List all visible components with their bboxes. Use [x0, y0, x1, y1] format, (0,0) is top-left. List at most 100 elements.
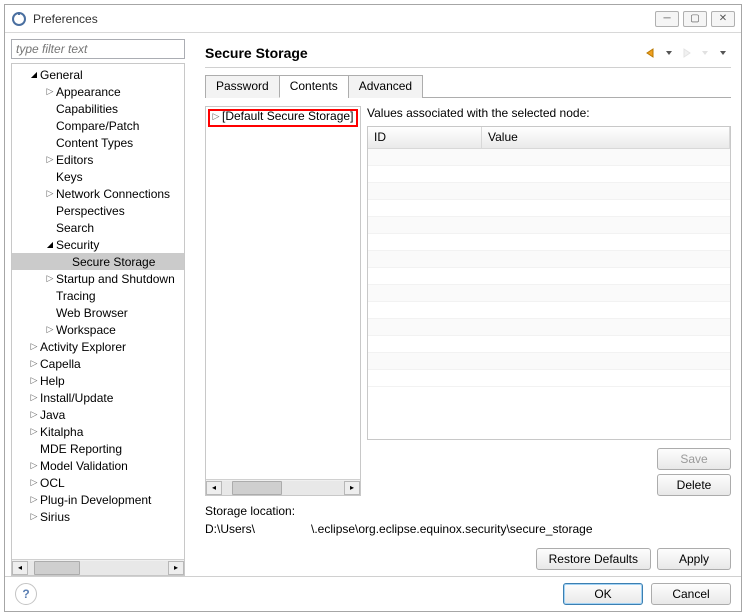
- tree-item-compare-patch[interactable]: Compare/Patch: [12, 117, 184, 134]
- filter-input[interactable]: [11, 39, 185, 59]
- tree-item-label: General: [40, 68, 83, 82]
- table-row[interactable]: [368, 285, 730, 302]
- table-row[interactable]: [368, 319, 730, 336]
- tree-item-activity-explorer[interactable]: Activity Explorer: [12, 338, 184, 355]
- storage-tree-item[interactable]: [Default Secure Storage]: [206, 107, 360, 125]
- table-row[interactable]: [368, 217, 730, 234]
- tree-item-sirius[interactable]: Sirius: [12, 508, 184, 525]
- table-row[interactable]: [368, 183, 730, 200]
- tree-item-capella[interactable]: Capella: [12, 355, 184, 372]
- tree-item-general[interactable]: General: [12, 66, 184, 83]
- expand-icon[interactable]: [28, 358, 40, 369]
- close-button[interactable]: ✕: [711, 11, 735, 27]
- tree-item-capabilities[interactable]: Capabilities: [12, 100, 184, 117]
- tree-item-ocl[interactable]: OCL: [12, 474, 184, 491]
- tree-item-search[interactable]: Search: [12, 219, 184, 236]
- column-value[interactable]: Value: [482, 127, 730, 148]
- expand-icon[interactable]: [28, 392, 40, 403]
- nav-back-menu-icon[interactable]: [661, 45, 677, 61]
- restore-defaults-button[interactable]: Restore Defaults: [536, 548, 651, 570]
- table-row[interactable]: [368, 336, 730, 353]
- collapse-icon[interactable]: [44, 240, 56, 249]
- tree-item-kitalpha[interactable]: Kitalpha: [12, 423, 184, 440]
- expand-icon[interactable]: [28, 409, 40, 420]
- tree-item-security[interactable]: Security: [12, 236, 184, 253]
- expand-icon[interactable]: [44, 273, 56, 284]
- delete-button[interactable]: Delete: [657, 474, 731, 496]
- expand-icon[interactable]: [28, 494, 40, 505]
- table-row[interactable]: [368, 251, 730, 268]
- storage-tree[interactable]: [Default Secure Storage] ◂ ▸: [205, 106, 361, 496]
- expand-icon[interactable]: [44, 188, 56, 199]
- expand-icon[interactable]: [28, 511, 40, 522]
- tree-h-scrollbar[interactable]: ◂ ▸: [12, 559, 184, 575]
- table-row[interactable]: [368, 234, 730, 251]
- table-row[interactable]: [368, 353, 730, 370]
- preferences-tree[interactable]: GeneralAppearanceCapabilitiesCompare/Pat…: [11, 63, 185, 576]
- apply-button[interactable]: Apply: [657, 548, 731, 570]
- tree-item-label: Security: [56, 238, 99, 252]
- expand-icon[interactable]: [28, 375, 40, 386]
- save-button[interactable]: Save: [657, 448, 731, 470]
- tree-item-content-types[interactable]: Content Types: [12, 134, 184, 151]
- view-menu-icon[interactable]: [715, 45, 731, 61]
- expand-icon[interactable]: [44, 154, 56, 165]
- maximize-button[interactable]: ▢: [683, 11, 707, 27]
- scroll-left-button[interactable]: ◂: [12, 561, 28, 575]
- tree-item-help[interactable]: Help: [12, 372, 184, 389]
- storage-tree-h-scrollbar[interactable]: ◂ ▸: [206, 479, 360, 495]
- tree-item-web-browser[interactable]: Web Browser: [12, 304, 184, 321]
- expand-icon[interactable]: [28, 477, 40, 488]
- tree-item-tracing[interactable]: Tracing: [12, 287, 184, 304]
- tree-item-label: Keys: [56, 170, 83, 184]
- table-row[interactable]: [368, 268, 730, 285]
- table-row[interactable]: [368, 200, 730, 217]
- tree-item-mde-reporting[interactable]: MDE Reporting: [12, 440, 184, 457]
- table-row[interactable]: [368, 370, 730, 387]
- tab-contents[interactable]: Contents: [279, 75, 349, 98]
- scroll-left-button[interactable]: ◂: [206, 481, 222, 495]
- table-row[interactable]: [368, 149, 730, 166]
- tab-password[interactable]: Password: [205, 75, 280, 98]
- tree-item-model-validation[interactable]: Model Validation: [12, 457, 184, 474]
- collapse-icon[interactable]: [28, 70, 40, 79]
- page-title: Secure Storage: [205, 45, 643, 61]
- ok-button[interactable]: OK: [563, 583, 643, 605]
- minimize-button[interactable]: ─: [655, 11, 679, 27]
- scroll-right-button[interactable]: ▸: [168, 561, 184, 575]
- expand-icon[interactable]: [210, 111, 222, 122]
- cancel-button[interactable]: Cancel: [651, 583, 731, 605]
- table-row[interactable]: [368, 302, 730, 319]
- expand-icon[interactable]: [28, 341, 40, 352]
- scroll-thumb[interactable]: [34, 561, 80, 575]
- tree-item-editors[interactable]: Editors: [12, 151, 184, 168]
- tree-item-label: Content Types: [56, 136, 133, 150]
- tree-item-perspectives[interactable]: Perspectives: [12, 202, 184, 219]
- expand-icon[interactable]: [44, 324, 56, 335]
- tree-item-workspace[interactable]: Workspace: [12, 321, 184, 338]
- nav-forward-menu-icon[interactable]: [697, 45, 713, 61]
- tree-item-java[interactable]: Java: [12, 406, 184, 423]
- expand-icon[interactable]: [44, 86, 56, 97]
- expand-icon[interactable]: [28, 426, 40, 437]
- tree-item-keys[interactable]: Keys: [12, 168, 184, 185]
- tree-item-install-update[interactable]: Install/Update: [12, 389, 184, 406]
- tree-item-label: Web Browser: [56, 306, 128, 320]
- scroll-right-button[interactable]: ▸: [344, 481, 360, 495]
- tree-item-network-connections[interactable]: Network Connections: [12, 185, 184, 202]
- table-row[interactable]: [368, 166, 730, 183]
- column-id[interactable]: ID: [368, 127, 482, 148]
- tree-item-secure-storage[interactable]: Secure Storage: [12, 253, 184, 270]
- tree-item-appearance[interactable]: Appearance: [12, 83, 184, 100]
- tree-item-plug-in-development[interactable]: Plug-in Development: [12, 491, 184, 508]
- table-body: [368, 149, 730, 387]
- storage-location-label: Storage location:: [205, 504, 731, 518]
- help-icon[interactable]: ?: [15, 583, 37, 605]
- scroll-thumb[interactable]: [232, 481, 282, 495]
- nav-back-icon[interactable]: [643, 45, 659, 61]
- tree-item-startup-and-shutdown[interactable]: Startup and Shutdown: [12, 270, 184, 287]
- expand-icon[interactable]: [28, 460, 40, 471]
- tab-advanced[interactable]: Advanced: [348, 75, 423, 98]
- values-table[interactable]: ID Value: [367, 126, 731, 440]
- nav-forward-icon[interactable]: [679, 45, 695, 61]
